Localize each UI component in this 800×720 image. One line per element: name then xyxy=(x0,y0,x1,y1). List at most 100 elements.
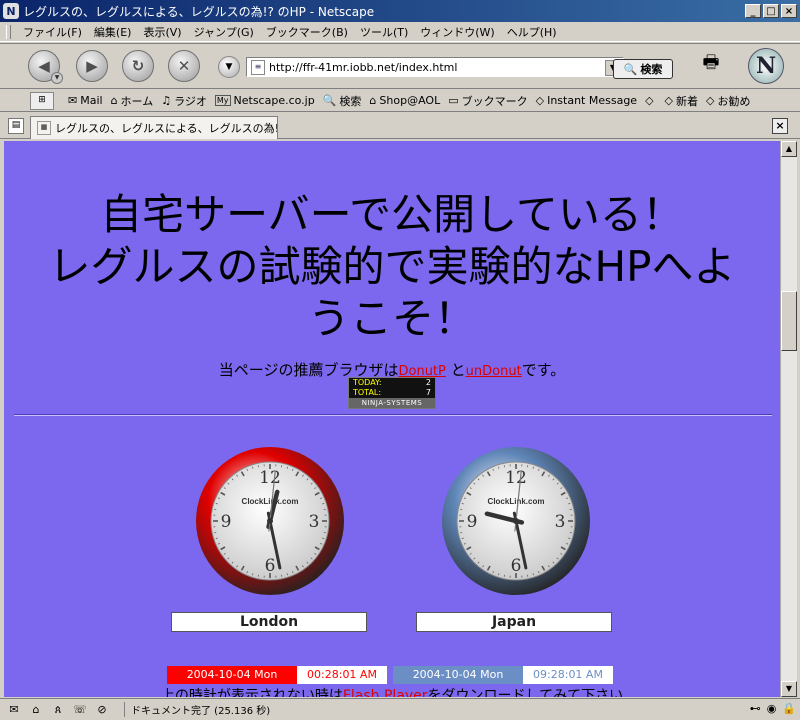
clock-numeral: 6 xyxy=(511,556,522,576)
netscape-app-icon: N xyxy=(3,3,19,19)
status-text: ドキュメント完了 (25.136 秒) xyxy=(124,702,270,717)
horizontal-rule xyxy=(14,414,772,416)
bookmark-home[interactable]: ⌂ ホーム xyxy=(111,93,154,109)
search-button[interactable]: 🔍 検索 xyxy=(613,59,673,79)
menu-bar: ファイル(F) 編集(E) 表示(V) ジャンプ(G) ブックマーク(B) ツー… xyxy=(0,22,800,42)
page-icon: ≡ xyxy=(251,59,265,75)
minimize-button[interactable]: _ xyxy=(745,4,761,18)
counter-total-label: TOTAL: xyxy=(353,388,382,397)
menu-view[interactable]: 表示(V) xyxy=(137,24,187,40)
japan-clock[interactable]: 12 3 6 9 ClockLink.com xyxy=(441,446,591,596)
bookmark-shop-aol[interactable]: ⌂ Shop@AOL xyxy=(369,94,440,107)
london-clock[interactable]: 12 3 6 9 ClockLink.com xyxy=(195,446,345,596)
back-dropdown-icon[interactable]: ▼ xyxy=(51,72,63,84)
sidebar-toggle-icon[interactable]: ⊞ xyxy=(30,91,54,110)
scroll-up-button[interactable]: ▲ xyxy=(781,141,797,157)
reload-button[interactable]: ↻ xyxy=(122,50,154,82)
page-favicon-icon: ▦ xyxy=(37,121,51,135)
home-icon: ⌂ xyxy=(110,94,118,107)
bookmark-netscape[interactable]: My Netscape.co.jp xyxy=(214,94,315,107)
menu-go[interactable]: ジャンプ(G) xyxy=(188,24,260,40)
reload-icon: ↻ xyxy=(131,57,145,75)
bookmark-folder[interactable]: ▭ ブックマーク xyxy=(448,93,527,109)
bookmark-icon: ◇ xyxy=(706,94,715,107)
clock-numeral: 9 xyxy=(467,512,478,532)
clock-numeral: 12 xyxy=(505,468,527,488)
bookmark-icon: ◇ xyxy=(664,94,674,107)
menu-file[interactable]: ファイル(F) xyxy=(17,24,88,40)
mail-icon: ✉ xyxy=(68,94,78,107)
menu-bookmarks[interactable]: ブックマーク(B) xyxy=(260,24,354,40)
menu-help[interactable]: ヘルプ(H) xyxy=(501,24,563,40)
lock-icon[interactable]: 🔒 xyxy=(782,702,796,715)
clock-numeral: 3 xyxy=(555,512,566,532)
url-input[interactable] xyxy=(269,60,589,74)
bookmark-instant-message[interactable]: ◇ Instant Message xyxy=(536,94,637,107)
composer-icon[interactable]: ⌂ xyxy=(28,703,44,717)
japan-date: 2004-10-04 Mon xyxy=(393,666,523,684)
down-arrow-icon: ▼ xyxy=(225,62,233,72)
url-field[interactable]: ≡ ▼ xyxy=(246,57,624,77)
bookmark-new[interactable]: ◇ 新着 xyxy=(665,93,698,109)
flash-player-link[interactable]: Flash Player xyxy=(343,688,428,697)
go-button[interactable]: ▼ xyxy=(218,56,240,78)
clock-numeral: 6 xyxy=(265,556,276,576)
stop-icon: ✕ xyxy=(177,57,191,75)
bookmark-recommended[interactable]: ◇ お勧め xyxy=(706,93,750,109)
clocklink-brand: ClockLink.com xyxy=(488,497,545,506)
bookmark-radio[interactable]: ♫ ラジオ xyxy=(161,93,207,109)
london-clock-label: London xyxy=(171,612,367,632)
scroll-thumb[interactable] xyxy=(781,291,797,351)
tab-title: レグルスの、レグルスによる、レグルスの為!? の... xyxy=(55,122,278,135)
menu-window[interactable]: ウィンドウ(W) xyxy=(414,24,500,40)
clocklink-brand: ClockLink.com xyxy=(242,497,299,506)
print-icon[interactable]: 🖶 xyxy=(698,50,724,76)
counter-total-value: 7 xyxy=(425,388,431,397)
new-tab-icon[interactable]: ▤ xyxy=(8,118,24,134)
search-icon: 🔍 xyxy=(322,94,337,107)
aim-icon[interactable]: ጰ xyxy=(50,703,66,717)
mail-status-icon[interactable]: ✉ xyxy=(6,703,22,717)
counter-footer: NINJA-SYSTEMS xyxy=(349,398,435,408)
search-button-label: 検索 xyxy=(640,63,663,76)
bookmark-search[interactable]: 🔍 検索 xyxy=(323,93,362,109)
my-icon: My xyxy=(214,95,231,106)
vertical-scrollbar[interactable]: ▲ ▼ xyxy=(780,141,797,697)
netscape-logo[interactable]: N xyxy=(748,48,784,84)
folder-icon: ▭ xyxy=(448,94,459,107)
bookmark-mail[interactable]: ✉ Mail xyxy=(68,94,103,107)
undonut-link[interactable]: unDonut xyxy=(466,364,522,379)
back-button[interactable]: ◀ ▼ xyxy=(28,50,63,84)
london-date: 2004-10-04 Mon xyxy=(167,666,297,684)
magnifier-icon: 🔍 xyxy=(623,62,638,76)
tab-current[interactable]: ▦ レグルスの、レグルスによる、レグルスの為!? の... xyxy=(30,116,278,139)
address-book-icon[interactable]: ☏ xyxy=(72,703,88,717)
title-bar: N レグルスの、レグルスによる、レグルスの為!? のHP - Netscape … xyxy=(0,0,800,22)
bookmark-icon: ◇ xyxy=(645,94,654,107)
japan-time: 09:28:01 AM xyxy=(523,666,613,684)
menu-tools[interactable]: ツール(T) xyxy=(354,24,414,40)
clock-pivot xyxy=(267,518,273,524)
counter-today-label: TODAY: xyxy=(353,378,382,387)
close-tab-button[interactable]: × xyxy=(772,118,788,134)
close-button[interactable]: × xyxy=(781,4,797,18)
forward-arrow-icon: ▶ xyxy=(86,57,98,75)
bookmark-unnamed[interactable]: ◇ xyxy=(645,94,656,107)
scroll-down-button[interactable]: ▼ xyxy=(781,681,797,697)
radio-icon: ♫ xyxy=(161,94,172,107)
status-bar: ✉ ⌂ ጰ ☏ ⊘ ドキュメント完了 (25.136 秒) ⊷ ◉ 🔒 xyxy=(0,698,800,720)
counter-today-value: 2 xyxy=(425,378,431,387)
access-counter[interactable]: TODAY: 2 TOTAL: 7 NINJA-SYSTEMS xyxy=(348,377,436,409)
clock-numeral: 3 xyxy=(309,512,320,532)
forward-button[interactable]: ▶ xyxy=(76,50,108,82)
im-icon: ◇ xyxy=(535,94,545,107)
tab-bar: ▤ ▦ レグルスの、レグルスによる、レグルスの為!? の... xyxy=(0,113,800,139)
stop-button[interactable]: ✕ xyxy=(168,50,200,82)
toolbar-grip[interactable] xyxy=(6,24,11,39)
online-status-icon[interactable]: ⊷ xyxy=(750,702,761,715)
security-lock-icon[interactable]: ⊘ xyxy=(94,703,110,717)
clock-numeral: 9 xyxy=(221,512,232,532)
menu-edit[interactable]: 編集(E) xyxy=(88,24,138,40)
maximize-button[interactable]: □ xyxy=(763,4,779,18)
privacy-icon[interactable]: ◉ xyxy=(767,702,777,715)
